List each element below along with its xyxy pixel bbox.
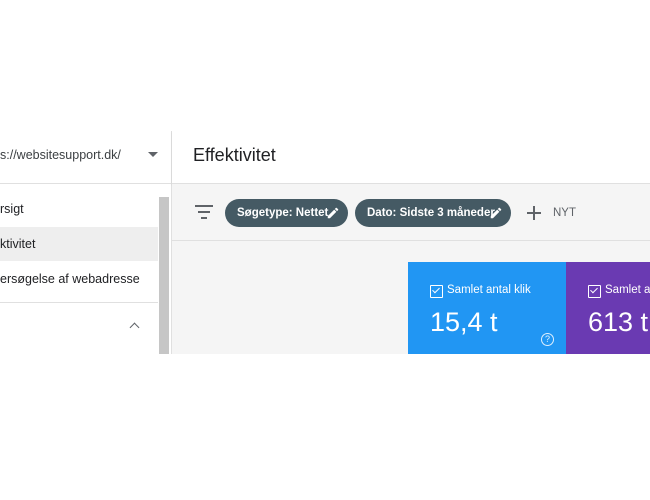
date-chip[interactable]: Dato: Sidste 3 måneder [355,199,511,227]
metric-label: Samlet a [605,284,650,296]
edit-icon[interactable] [326,206,340,220]
chip-label: Søgetype: Nettet [237,207,329,219]
help-icon[interactable]: ? [541,333,554,346]
filter-bar: Søgetype: Nettet Dato: Sidste 3 måneder … [172,184,650,241]
property-selector[interactable]: s://websitesupport.dk/ [0,131,171,184]
dropdown-arrow-icon[interactable] [148,152,158,157]
sidebar-item-overview[interactable]: rsigt [0,192,158,226]
metric-card-total-clicks[interactable]: Samlet antal klik 15,4 t ? [408,262,566,354]
metric-card-total-impressions[interactable]: Samlet a 613 t [566,262,650,354]
chevron-up-icon[interactable] [129,322,140,333]
metric-value: 613 t [588,307,649,337]
sidebar-divider [0,302,158,303]
sidebar: s://websitesupport.dk/ rsigt ktivitet er… [0,131,172,354]
sidebar-item-label: ersøgelse af webadresse [0,272,140,286]
sidebar-item-label: ktivitet [0,237,36,251]
performance-content: Samlet antal klik 15,4 t ? Samlet a 613 … [172,241,650,354]
chip-label: Dato: Sidste 3 måneder [367,207,495,219]
app-frame: s://websitesupport.dk/ rsigt ktivitet er… [0,131,650,354]
page-header: Effektivitet [172,131,650,184]
property-url: s://websitesupport.dk/ [0,148,121,162]
search-type-chip[interactable]: Søgetype: Nettet [225,199,348,227]
sidebar-scrollbar[interactable] [159,197,169,354]
add-filter-label: NYT [553,207,576,219]
sidebar-item-label: rsigt [0,202,24,216]
metric-value: 15,4 t [430,307,498,337]
checkbox-checked-icon[interactable] [430,285,443,298]
metric-label: Samlet antal klik [447,284,531,296]
sidebar-item-performance[interactable]: ktivitet [0,227,158,261]
plus-icon [527,206,541,220]
sidebar-item-url-inspection[interactable]: ersøgelse af webadresse [0,262,158,296]
filter-icon[interactable] [195,205,213,219]
checkbox-checked-icon[interactable] [588,285,601,298]
edit-icon[interactable] [489,206,503,220]
page-title: Effektivitet [193,145,276,165]
